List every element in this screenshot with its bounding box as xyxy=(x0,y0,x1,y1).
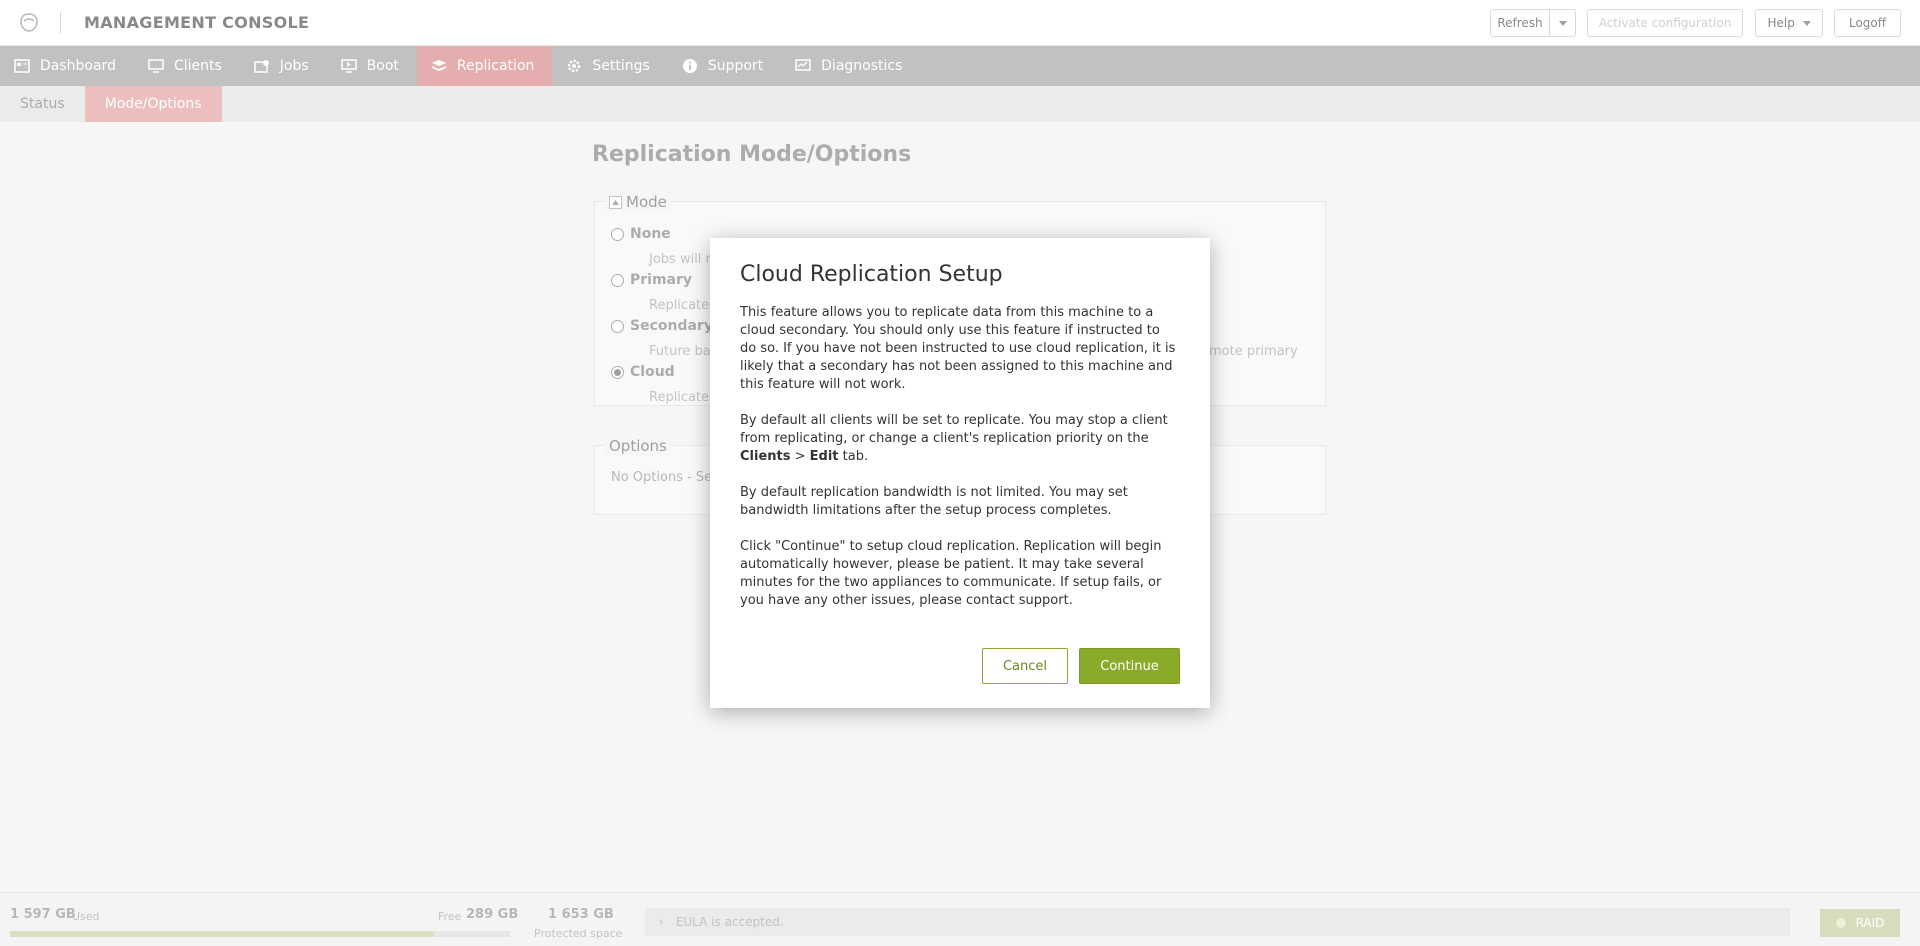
dialog-paragraph: Click "Continue" to setup cloud replicat… xyxy=(740,539,1162,608)
dialog-text: > xyxy=(790,449,810,464)
dialog-title: Cloud Replication Setup xyxy=(740,262,1003,287)
continue-button[interactable]: Continue xyxy=(1079,648,1180,684)
dialog-text: By default all clients will be set to re… xyxy=(740,413,1168,446)
dialog-paragraph: This feature allows you to replicate dat… xyxy=(740,305,1176,392)
dialog-paragraph: By default replication bandwidth is not … xyxy=(740,485,1128,518)
dialog-text: tab. xyxy=(838,449,869,464)
cloud-replication-dialog: Cloud Replication Setup This feature all… xyxy=(710,238,1210,708)
cancel-button[interactable]: Cancel xyxy=(982,648,1068,684)
clients-emphasis: Clients xyxy=(740,449,791,464)
dialog-body: This feature allows you to replicate dat… xyxy=(740,304,1180,628)
dialog-paragraph: By default all clients will be set to re… xyxy=(740,412,1180,466)
edit-emphasis: Edit xyxy=(809,449,839,464)
